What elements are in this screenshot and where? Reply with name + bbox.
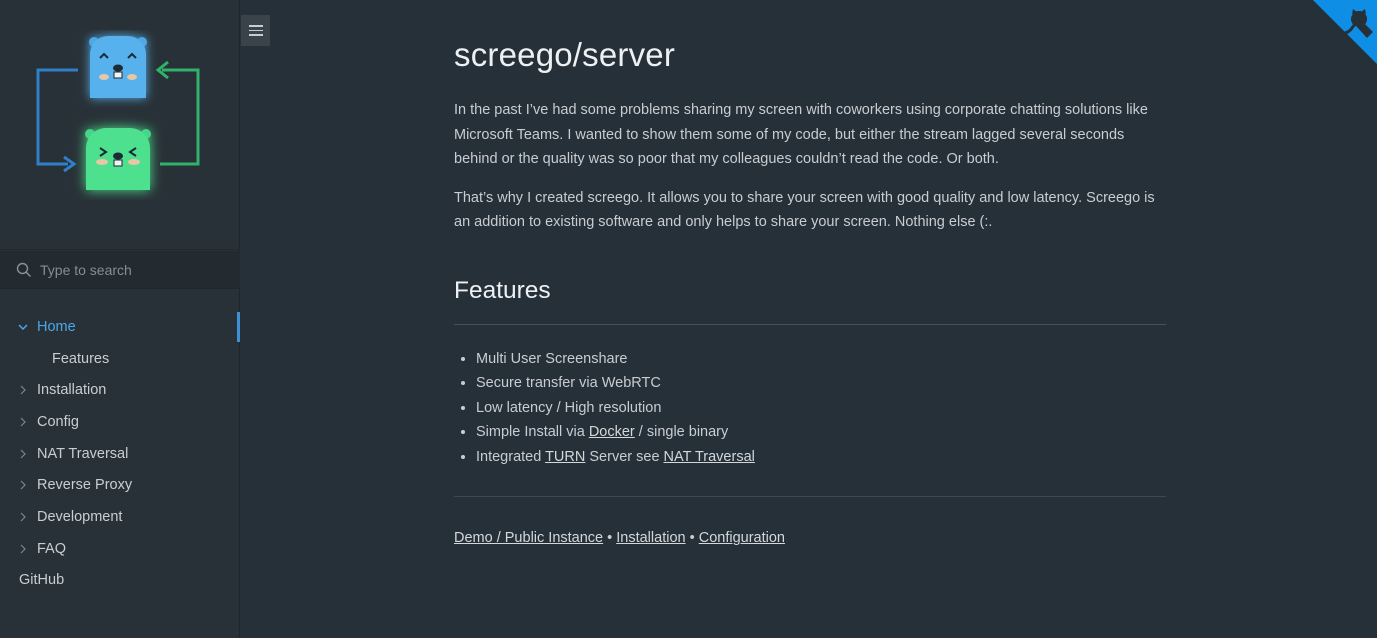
sidebar-item-label: Development: [37, 508, 123, 525]
logo-area: [0, 0, 240, 250]
sidebar-item-label: FAQ: [37, 540, 67, 557]
chevron-right-icon: [20, 481, 26, 490]
intro-paragraph: In the past I’ve had some problems shari…: [454, 102, 1148, 167]
sidebar-item-features[interactable]: Features: [0, 343, 240, 375]
sidebar-item-development[interactable]: Development: [0, 501, 240, 533]
sidebar-item-home[interactable]: Home: [0, 311, 240, 343]
sidebar-item-label: Reverse Proxy: [37, 477, 133, 494]
divider: [454, 496, 1166, 498]
text: Integrated: [476, 448, 546, 465]
separator: •: [603, 530, 617, 547]
sidebar-item-label: GitHub: [19, 572, 65, 589]
search-icon: [16, 262, 31, 277]
search-bar: [0, 251, 240, 289]
footer-links: Demo / Public Instance • Installation • …: [454, 530, 1166, 546]
sidebar-item-label: Features: [52, 350, 110, 367]
sidebar-item-label: NAT Traversal: [37, 445, 129, 462]
chevron-down-icon: [18, 324, 28, 331]
list-item: Integrated TURN Server see NAT Traversal: [476, 445, 1166, 470]
sidebar-item-label: Config: [37, 413, 79, 430]
sidebar: Home Features Installation Config NAT Tr…: [0, 0, 240, 638]
nat-traversal-link[interactable]: NAT Traversal: [664, 449, 755, 465]
docker-link[interactable]: Docker: [589, 424, 635, 440]
screego-logo[interactable]: [30, 30, 210, 200]
chevron-right-icon: [20, 512, 26, 522]
hamburger-icon: [248, 25, 263, 27]
hamburger-icon: [248, 29, 263, 32]
installation-link[interactable]: Installation: [616, 530, 685, 546]
list-item: Secure transfer via WebRTC: [476, 371, 1166, 396]
text: Server see: [585, 448, 664, 465]
sidebar-item-faq[interactable]: FAQ: [0, 533, 240, 565]
sidebar-item-reverse-proxy[interactable]: Reverse Proxy: [0, 469, 240, 501]
github-corner[interactable]: [1313, 0, 1377, 64]
separator: •: [685, 530, 699, 547]
hamburger-icon: [248, 34, 263, 36]
list-item: Low latency / High resolution: [476, 396, 1166, 421]
sidebar-item-github[interactable]: GitHub: [0, 565, 240, 597]
configuration-link[interactable]: Configuration: [699, 530, 785, 546]
chevron-right-icon: [20, 449, 26, 459]
page-title: screego/server: [454, 36, 676, 73]
chevron-right-icon: [20, 417, 26, 427]
sidebar-item-label: Home: [37, 318, 76, 335]
intro-paragraph: That’s why I created screego. It allows …: [454, 189, 1155, 231]
sidebar-toggle-button[interactable]: [241, 15, 270, 46]
features-list: Multi User Screenshare Secure transfer v…: [454, 347, 1166, 470]
turn-link[interactable]: TURN: [545, 449, 585, 465]
chevron-right-icon: [20, 385, 26, 395]
features-heading: Features: [454, 277, 1166, 325]
sidebar-item-nat-traversal[interactable]: NAT Traversal: [0, 438, 240, 470]
chevron-right-icon: [20, 544, 26, 554]
text: Simple Install via: [476, 424, 589, 441]
text: / single binary: [634, 424, 729, 441]
search-input[interactable]: [40, 259, 230, 281]
sidebar-nav: Home Features Installation Config NAT Tr…: [0, 311, 240, 596]
list-item: Simple Install via Docker / single binar…: [476, 420, 1166, 445]
sidebar-item-label: Installation: [37, 382, 107, 399]
sidebar-item-config[interactable]: Config: [0, 406, 240, 438]
demo-link[interactable]: Demo / Public Instance: [454, 530, 603, 546]
sidebar-item-installation[interactable]: Installation: [0, 374, 240, 406]
list-item: Multi User Screenshare: [476, 347, 1166, 372]
main-content: screego/server In the past I’ve had some…: [454, 36, 1166, 546]
